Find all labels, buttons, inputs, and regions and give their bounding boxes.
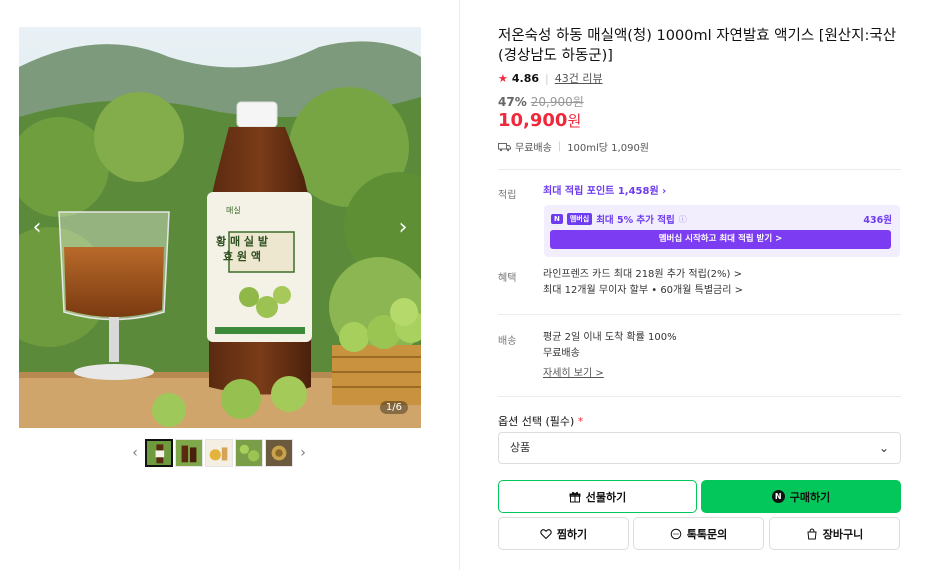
buy-button[interactable]: N 구매하기: [701, 480, 901, 513]
required-mark: *: [577, 415, 584, 428]
chat-bubble-icon: [670, 528, 682, 539]
delivery-detail-row: 자세히 보기 >: [543, 366, 677, 382]
gift-button-label: 선물하기: [585, 490, 627, 504]
heart-icon: [540, 528, 552, 539]
installment-link[interactable]: 최대 12개월 무이자 할부 • 60개월 특별금리 >: [543, 283, 743, 299]
product-photo: [19, 27, 421, 428]
divider: [498, 169, 901, 170]
sale-price: 10,900원: [498, 110, 581, 131]
membership-badge: 멤버십: [566, 213, 593, 225]
info-icon[interactable]: ⓘ: [679, 214, 687, 225]
divider: [498, 314, 901, 315]
delivery-value: 평균 2일 이내 도착 확률 100% 무료배송 자세히 보기 >: [543, 330, 677, 382]
delivery-detail-link[interactable]: 자세히 보기 >: [543, 368, 604, 379]
product-image-gallery[interactable]: 매실 황 매 실 발 효 원 액 ‹ › 1/6: [19, 27, 421, 428]
bottle-label-top: 매실: [226, 206, 241, 215]
naver-n-badge: N: [551, 214, 563, 224]
wish-button[interactable]: 찜하기: [498, 517, 629, 550]
membership-row: N 멤버십 최대 5% 추가 적립 ⓘ: [551, 212, 687, 226]
membership-box: N 멤버십 최대 5% 추가 적립 ⓘ 436원 멤버십 시작하고 최대 적립 …: [544, 205, 900, 257]
truck-icon: [498, 142, 511, 151]
gift-icon: [569, 491, 581, 502]
membership-text: 최대 5% 추가 적립: [596, 215, 675, 226]
review-count-link[interactable]: 43건 리뷰: [555, 70, 603, 86]
talk-inquiry-button[interactable]: 톡톡문의: [633, 517, 764, 550]
rating-separator: |: [545, 71, 549, 85]
chevron-down-icon: ⌄: [878, 441, 889, 455]
naver-pay-icon: N: [771, 490, 785, 503]
image-counter: 1/6: [379, 401, 408, 414]
bottle-label-main: 황 매 실 발 효 원 액: [216, 235, 268, 263]
divider: [498, 396, 901, 397]
star-icon: ★: [498, 71, 508, 85]
gift-button[interactable]: 선물하기: [498, 480, 697, 513]
sale-price-amount: 10,900: [498, 110, 568, 131]
option-select-value: 상품: [510, 441, 531, 454]
thumbnail-2[interactable]: [175, 439, 203, 467]
discount-rate: 47%: [498, 94, 527, 109]
column-divider: [459, 0, 460, 570]
benefits-label: 혜택: [498, 273, 517, 284]
product-title: 저온숙성 하동 매실액(청) 1000ml 자연발효 액기스 [원산지:국산(경…: [498, 28, 897, 64]
shipping-text: 무료배송: [515, 143, 552, 154]
delivery-eta: 평균 2일 이내 도착 확률 100%: [543, 332, 677, 343]
benefits-value: 라인프렌즈 카드 최대 218원 추가 적립(2%) > 최대 12개월 무이자…: [543, 267, 743, 299]
points-label: 적립: [498, 190, 517, 201]
next-image-button[interactable]: ›: [391, 215, 415, 240]
delivery-label: 배송: [498, 336, 517, 347]
rating-score: 4.86: [511, 71, 540, 85]
option-label: 옵션 선택 (필수) *: [498, 413, 583, 429]
talk-button-label: 톡톡문의: [686, 527, 728, 541]
points-value: 최대 적립 포인트 1,458원 ›: [543, 184, 666, 200]
membership-start-button[interactable]: 멤버십 시작하고 최대 적립 받기 >: [550, 230, 891, 249]
option-select[interactable]: 상품 ⌄: [498, 432, 901, 464]
thumbs-next-button[interactable]: ›: [295, 445, 311, 461]
prev-image-button[interactable]: ‹: [25, 215, 49, 240]
discount-row: 47% 20,900원: [498, 93, 584, 110]
buy-button-label: 구매하기: [789, 490, 831, 504]
cart-button-label: 장바구니: [822, 527, 864, 541]
membership-points: 436원: [863, 215, 892, 226]
wish-button-label: 찜하기: [556, 527, 588, 541]
shipping-separator: |: [557, 141, 562, 152]
rating-row: ★ 4.86 | 43건 리뷰: [498, 70, 603, 86]
thumbnail-5[interactable]: [265, 439, 293, 467]
sale-price-unit: 원: [567, 112, 582, 130]
shipping-row: 무료배송 | 100ml당 1,090원: [498, 139, 649, 154]
option-label-text: 옵션 선택 (필수): [498, 415, 575, 428]
unit-price: 100ml당 1,090원: [567, 143, 650, 154]
original-price: 20,900원: [530, 95, 584, 109]
shopping-bag-icon: [807, 527, 817, 539]
card-benefit-link[interactable]: 라인프렌즈 카드 최대 218원 추가 적립(2%) >: [543, 267, 743, 283]
delivery-fee: 무료배송: [543, 348, 580, 359]
thumbs-prev-button[interactable]: ‹: [127, 445, 143, 461]
thumbnail-1[interactable]: [145, 439, 173, 467]
max-points-link[interactable]: 최대 적립 포인트 1,458원: [543, 186, 659, 197]
chevron-right-icon: ›: [658, 186, 667, 197]
thumbnail-3[interactable]: [205, 439, 233, 467]
thumbnail-strip: ‹ ›: [127, 438, 311, 468]
cart-button[interactable]: 장바구니: [769, 517, 900, 550]
thumbnail-4[interactable]: [235, 439, 263, 467]
